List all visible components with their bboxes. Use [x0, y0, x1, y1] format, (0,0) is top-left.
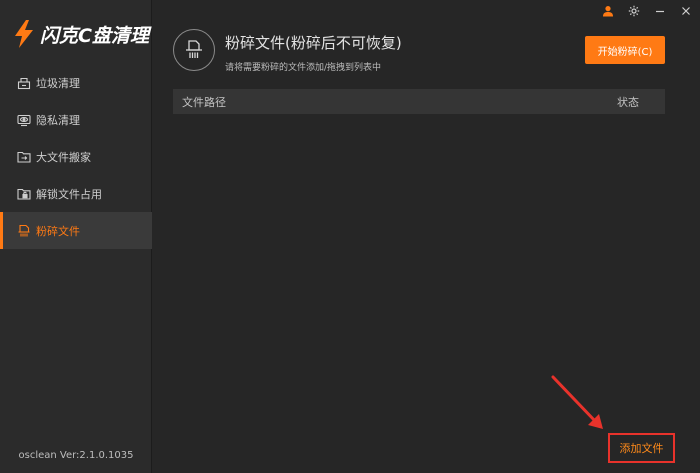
- sidebar-item-privacy-clean[interactable]: 隐私清理: [0, 101, 152, 138]
- eye-icon: [16, 112, 32, 128]
- lightning-logo-icon: [12, 19, 36, 49]
- sidebar-item-label: 隐私清理: [36, 113, 80, 127]
- app-name: 闪克C盘清理: [40, 24, 149, 47]
- column-header-status[interactable]: 状态: [617, 94, 639, 110]
- version-label: osclean Ver:2.1.0.1035: [18, 450, 134, 461]
- broom-icon: [16, 75, 32, 91]
- folder-move-icon: [16, 149, 32, 165]
- sidebar-item-label: 解锁文件占用: [36, 187, 102, 201]
- titlebar-controls: [600, 3, 694, 19]
- sidebar-item-unlock-file[interactable]: 解锁文件占用: [0, 175, 152, 212]
- sidebar: 闪克C盘清理 垃圾清理 隐私清理 大文件搬家 解锁文件占用 粉碎文件 oscle…: [0, 0, 152, 473]
- shred-file-icon: [16, 223, 32, 239]
- page-title: 粉碎文件(粉碎后不可恢复): [225, 34, 402, 52]
- close-icon[interactable]: [678, 3, 694, 19]
- minimize-icon[interactable]: [652, 3, 668, 19]
- user-icon[interactable]: [600, 3, 616, 19]
- shredder-icon: [173, 29, 215, 71]
- sidebar-item-label: 大文件搬家: [36, 150, 91, 164]
- unlock-file-icon: [16, 186, 32, 202]
- sidebar-item-label: 垃圾清理: [36, 76, 80, 90]
- file-table-header: 文件路径 状态: [173, 89, 665, 114]
- app-logo: 闪克C盘清理: [12, 14, 149, 54]
- page-subtitle: 请将需要粉碎的文件添加/拖拽到列表中: [225, 63, 382, 73]
- annotation-arrow-icon: [551, 375, 603, 429]
- page-header: 粉碎文件(粉碎后不可恢复) 请将需要粉碎的文件添加/拖拽到列表中 开始粉碎(C): [173, 28, 665, 78]
- sidebar-item-label: 粉碎文件: [36, 224, 80, 238]
- column-header-file-path[interactable]: 文件路径: [182, 94, 226, 110]
- start-shred-button[interactable]: 开始粉碎(C): [585, 36, 665, 64]
- add-file-button[interactable]: 添加文件: [608, 433, 675, 463]
- sidebar-nav: 垃圾清理 隐私清理 大文件搬家 解锁文件占用 粉碎文件: [0, 64, 152, 249]
- sidebar-item-shred-file[interactable]: 粉碎文件: [0, 212, 152, 249]
- sidebar-item-big-file-move[interactable]: 大文件搬家: [0, 138, 152, 175]
- sidebar-item-junk-clean[interactable]: 垃圾清理: [0, 64, 152, 101]
- app-window: 闪克C盘清理 垃圾清理 隐私清理 大文件搬家 解锁文件占用 粉碎文件 oscle…: [0, 0, 700, 473]
- gear-icon[interactable]: [626, 3, 642, 19]
